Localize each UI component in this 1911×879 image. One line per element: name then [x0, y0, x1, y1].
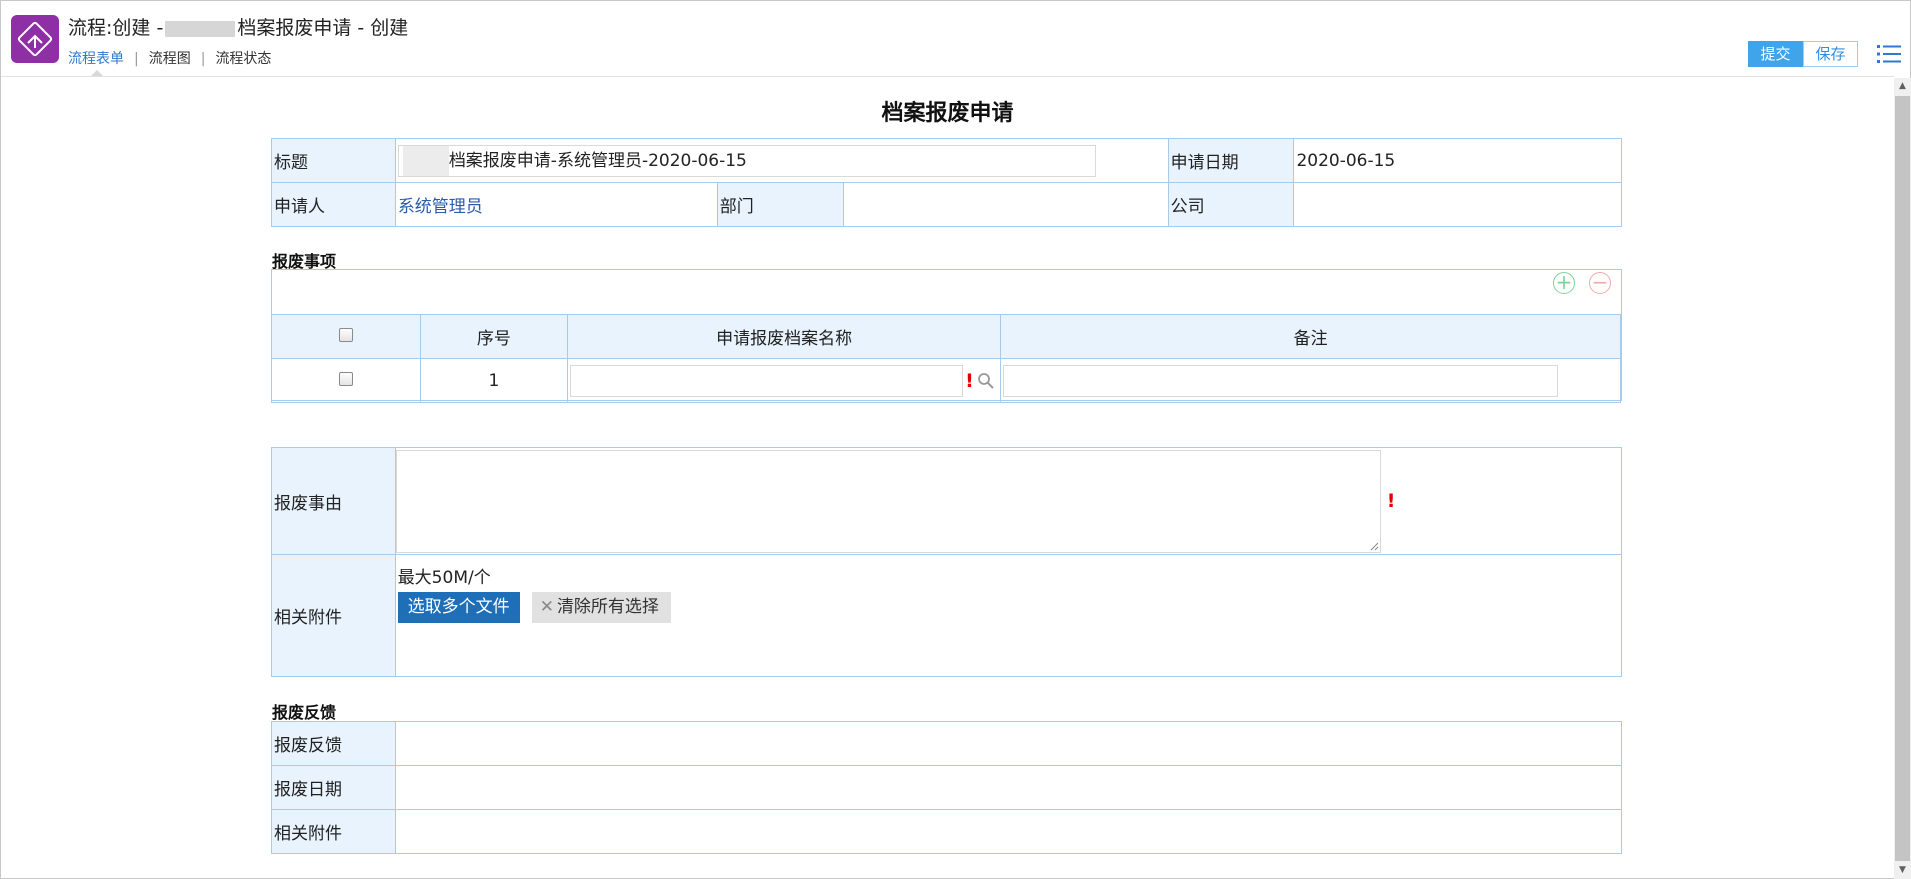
- col-note-header: 备注: [1000, 314, 1621, 359]
- menu-list-icon[interactable]: [1877, 43, 1901, 65]
- search-icon[interactable]: [977, 372, 995, 390]
- row-select-cell: [271, 358, 421, 403]
- company-label: 公司: [1167, 182, 1295, 227]
- col-name-header: 申请报废档案名称: [567, 314, 1002, 359]
- tab-flow-status[interactable]: 流程状态: [215, 51, 271, 67]
- dept-value: [842, 182, 1169, 227]
- title-label: 标题: [271, 138, 396, 183]
- items-table: 序号 申请报废档案名称 备注 1 !: [271, 314, 1621, 403]
- applicant-link[interactable]: 系统管理员: [398, 197, 483, 217]
- tab-flow-form[interactable]: 流程表单: [68, 51, 124, 67]
- save-button[interactable]: 保存: [1803, 41, 1858, 67]
- row-name-cell: !: [567, 358, 1002, 403]
- close-icon: ✕: [539, 597, 554, 617]
- title-cell: 档案报废申请-系统管理员-2020-06-15: [394, 138, 1169, 183]
- feedback-attachment-value: [394, 809, 1623, 854]
- reason-table: 报废事由 ! 相关附件 最大50M/个 选取多个文件 ✕ 清除所有选择: [271, 447, 1623, 677]
- scroll-thumb[interactable]: [1895, 96, 1910, 861]
- tab-flow-chart[interactable]: 流程图: [149, 51, 191, 67]
- feedback-label: 报废反馈: [271, 721, 396, 766]
- scroll-up-arrow-icon[interactable]: ▲: [1894, 78, 1911, 95]
- apply-date-label: 申请日期: [1167, 138, 1295, 183]
- feedback-attachment-label: 相关附件: [271, 809, 396, 854]
- redacted-block: [165, 20, 236, 37]
- col-seq-header: 序号: [419, 314, 569, 359]
- vertical-scrollbar[interactable]: ▲ ▼: [1894, 78, 1911, 879]
- applicant-value: 系统管理员: [394, 182, 718, 227]
- feedback-date-label: 报废日期: [271, 765, 396, 810]
- clear-selection-button[interactable]: ✕ 清除所有选择: [531, 592, 671, 623]
- tab-bar: 流程表单 | 流程图 | 流程状态: [68, 51, 272, 67]
- app-logo-icon: [11, 15, 59, 63]
- submit-button[interactable]: 提交: [1748, 41, 1803, 67]
- attachment-label: 相关附件: [271, 554, 396, 677]
- attachment-hint: 最大50M/个: [397, 568, 491, 588]
- archive-name-input[interactable]: [570, 364, 964, 397]
- select-files-button[interactable]: 选取多个文件: [397, 592, 520, 623]
- resize-handle-icon[interactable]: [1369, 541, 1379, 551]
- reason-label: 报废事由: [271, 447, 396, 555]
- select-all-checkbox[interactable]: [338, 327, 353, 342]
- add-row-icon[interactable]: +: [1553, 272, 1575, 294]
- note-input[interactable]: [1003, 364, 1559, 397]
- feedback-table: 报废反馈 报废日期 相关附件: [271, 721, 1623, 854]
- feedback-section-label: 报废反馈: [272, 703, 337, 722]
- row-seq: 1: [419, 358, 569, 403]
- title-input[interactable]: 档案报废申请-系统管理员-2020-06-15: [397, 144, 1096, 177]
- dept-label: 部门: [716, 182, 844, 227]
- page-title: 流程:创建 - 档案报废申请 - 创建: [68, 17, 409, 39]
- remove-row-icon[interactable]: −: [1589, 272, 1611, 294]
- row-note-cell: [1000, 358, 1621, 403]
- company-value: [1293, 182, 1622, 227]
- table-row: 1 !: [271, 358, 1621, 403]
- required-mark-icon: !: [965, 369, 974, 392]
- redacted-block: [402, 145, 449, 176]
- required-mark-icon: !: [1386, 490, 1396, 512]
- scroll-down-arrow-icon[interactable]: ▼: [1894, 862, 1911, 879]
- reason-textarea[interactable]: [395, 449, 1381, 553]
- attachment-cell: 最大50M/个 选取多个文件 ✕ 清除所有选择: [394, 554, 1623, 677]
- row-checkbox[interactable]: [338, 371, 353, 386]
- header-divider: [1, 76, 1894, 77]
- form-title: 档案报废申请: [881, 101, 1014, 126]
- applicant-label: 申请人: [271, 182, 396, 227]
- basic-info-table: 标题 档案报废申请-系统管理员-2020-06-15 申请日期 2020-06-…: [271, 138, 1622, 227]
- reason-cell: !: [394, 447, 1623, 555]
- feedback-value: [394, 721, 1623, 766]
- select-all-cell: [271, 314, 421, 359]
- feedback-date-value: [394, 765, 1623, 810]
- apply-date-value: 2020-06-15: [1293, 138, 1622, 183]
